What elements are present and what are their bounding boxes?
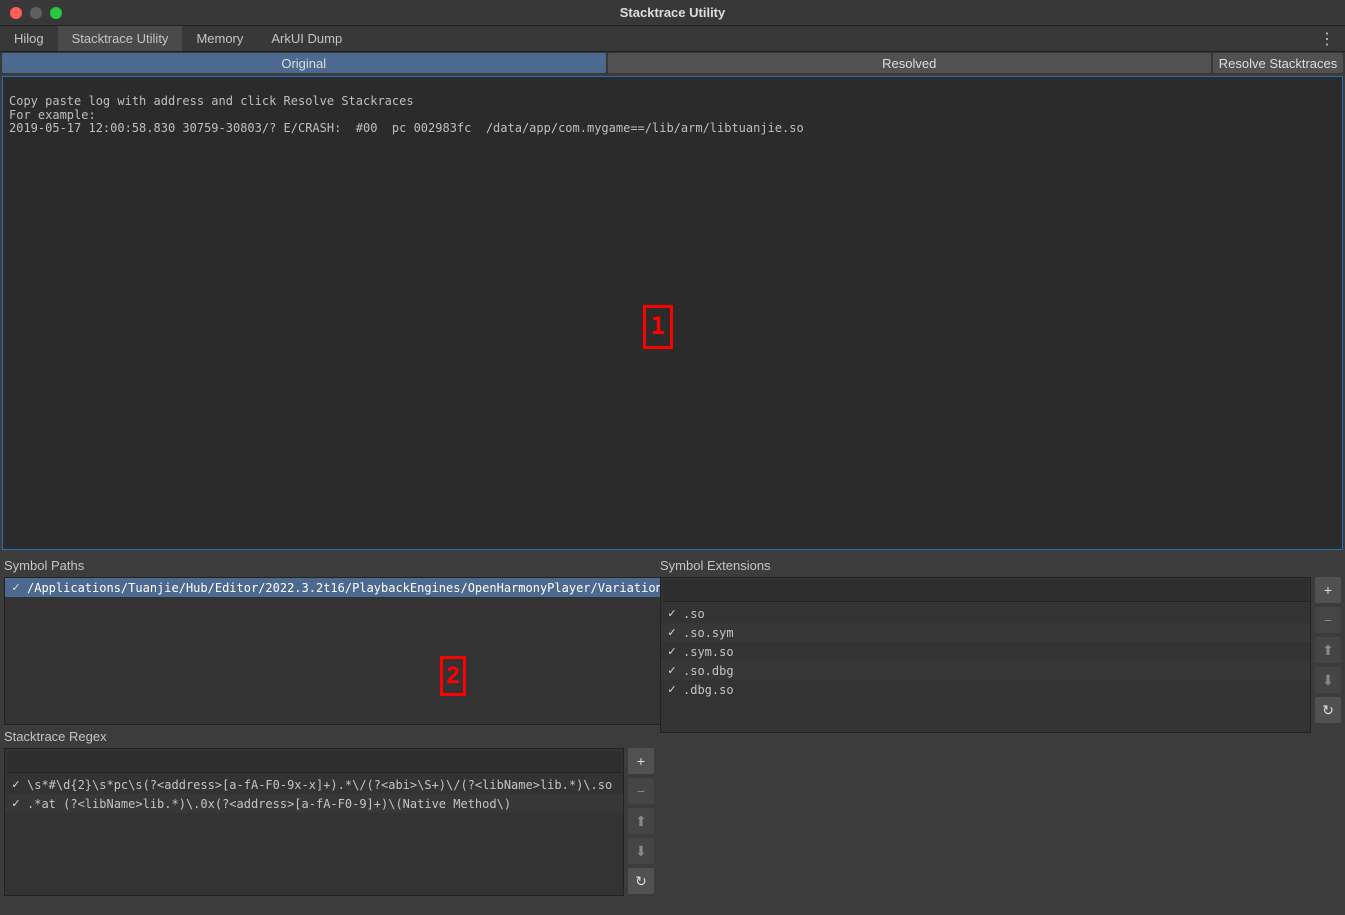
minimize-window-icon[interactable] [30, 7, 42, 19]
tabs-row: Original Resolved Resolve Stacktraces [0, 52, 1345, 74]
tab-resolved[interactable]: Resolved [608, 53, 1212, 73]
log-line: For example: [9, 108, 96, 122]
menu-stacktrace-utility[interactable]: Stacktrace Utility [58, 26, 183, 51]
checkbox-icon[interactable]: ✓ [9, 778, 23, 792]
regex-item[interactable]: ✓ \s*#\d{2}\s*pc\s(?<address>[a-fA-F0-9x… [5, 775, 623, 794]
regex-item[interactable]: ✓ .*at (?<libName>lib.*)\.0x(?<address>[… [5, 794, 623, 813]
checkbox-icon[interactable]: ✓ [9, 581, 23, 595]
regex-buttons: + − ⬆ ⬇ ↻ [628, 748, 654, 896]
symbol-extensions-header: Symbol Extensions [660, 554, 1341, 577]
extension-text: .so.sym [683, 626, 734, 640]
checkbox-icon[interactable]: ✓ [665, 645, 679, 659]
checkbox-icon[interactable]: ✓ [665, 664, 679, 678]
menubar: Hilog Stacktrace Utility Memory ArkUI Du… [0, 26, 1345, 52]
checkbox-icon[interactable]: ✓ [665, 626, 679, 640]
bottom-area: Symbol Paths ✓ /Applications/Tuanjie/Hub… [0, 552, 1345, 915]
add-button[interactable]: + [1315, 577, 1341, 603]
extensions-buttons: + − ⬆ ⬇ ↻ [1315, 577, 1341, 733]
checkbox-icon[interactable]: ✓ [665, 683, 679, 697]
regex-list[interactable]: ✓ \s*#\d{2}\s*pc\s(?<address>[a-fA-F0-9x… [4, 748, 624, 896]
maximize-window-icon[interactable] [50, 7, 62, 19]
symbol-paths-header: Symbol Paths [4, 554, 654, 577]
menu-arkui-dump[interactable]: ArkUI Dump [257, 26, 356, 51]
regex-text: .*at (?<libName>lib.*)\.0x(?<address>[a-… [27, 797, 511, 811]
extension-item[interactable]: ✓ .sym.so [661, 642, 1310, 661]
extensions-search-input[interactable] [663, 580, 1308, 602]
window-title: Stacktrace Utility [620, 5, 726, 20]
log-line: 2019-05-17 12:00:58.830 30759-30803/? E/… [9, 121, 804, 135]
log-textarea[interactable]: Copy paste log with address and click Re… [2, 76, 1343, 550]
move-up-button[interactable]: ⬆ [1315, 637, 1341, 663]
right-column: Symbol Extensions ✓ .so ✓ .so.sym ✓ .sym… [660, 554, 1341, 911]
symbol-extensions-list[interactable]: ✓ .so ✓ .so.sym ✓ .sym.so ✓ .so.dbg ✓ [660, 577, 1311, 733]
extension-text: .dbg.so [683, 683, 734, 697]
move-up-button[interactable]: ⬆ [628, 808, 654, 834]
extension-text: .so.dbg [683, 664, 734, 678]
add-button[interactable]: + [628, 748, 654, 774]
titlebar: Stacktrace Utility [0, 0, 1345, 26]
regex-search-input[interactable] [7, 751, 621, 773]
traffic-lights [0, 7, 62, 19]
refresh-button[interactable]: ↻ [1315, 697, 1341, 723]
tab-original[interactable]: Original [2, 53, 606, 73]
annotation-2: 2 [440, 656, 466, 696]
checkbox-icon[interactable]: ✓ [9, 797, 23, 811]
resolve-stacktraces-button[interactable]: Resolve Stacktraces [1213, 53, 1343, 73]
extension-text: .so [683, 607, 705, 621]
stacktrace-regex-header: Stacktrace Regex [4, 725, 654, 748]
close-window-icon[interactable] [10, 7, 22, 19]
checkbox-icon[interactable]: ✓ [665, 607, 679, 621]
regex-text: \s*#\d{2}\s*pc\s(?<address>[a-fA-F0-9x-x… [27, 778, 612, 792]
refresh-button[interactable]: ↻ [628, 868, 654, 894]
annotation-1: 1 [643, 305, 673, 349]
move-down-button[interactable]: ⬇ [1315, 667, 1341, 693]
extension-item[interactable]: ✓ .so.dbg [661, 661, 1310, 680]
kebab-menu-icon[interactable]: ⋮ [1319, 26, 1335, 51]
move-down-button[interactable]: ⬇ [628, 838, 654, 864]
extension-item[interactable]: ✓ .dbg.so [661, 680, 1310, 699]
remove-button[interactable]: − [628, 778, 654, 804]
left-column: Symbol Paths ✓ /Applications/Tuanjie/Hub… [4, 554, 654, 911]
log-line: Copy paste log with address and click Re… [9, 94, 414, 108]
extension-text: .sym.so [683, 645, 734, 659]
menu-hilog[interactable]: Hilog [0, 26, 58, 51]
extension-item[interactable]: ✓ .so.sym [661, 623, 1310, 642]
menu-memory[interactable]: Memory [182, 26, 257, 51]
remove-button[interactable]: − [1315, 607, 1341, 633]
extension-item[interactable]: ✓ .so [661, 604, 1310, 623]
